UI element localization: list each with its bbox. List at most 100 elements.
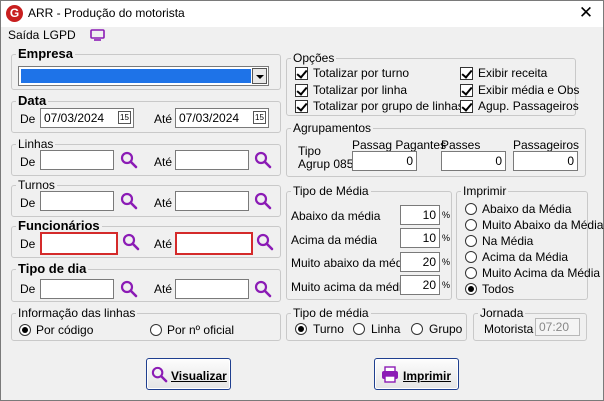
radio-turno[interactable] — [295, 323, 307, 335]
motorista-label: Motorista — [484, 322, 534, 336]
funcionarios-de-input[interactable] — [40, 232, 118, 255]
tipo-dia-de-input[interactable] — [40, 279, 114, 299]
radio-acima-media[interactable] — [465, 251, 477, 263]
search-icon[interactable] — [254, 280, 272, 298]
data-ate-input[interactable]: 07/03/2024 15 — [175, 108, 269, 128]
search-icon — [151, 366, 168, 383]
radio-muito-acima-media[interactable] — [465, 267, 477, 279]
checkbox-agup-passageiros-label[interactable]: Agup. Passageiros — [478, 99, 579, 113]
app-logo-icon: G — [6, 5, 23, 22]
empresa-selected-value — [21, 69, 251, 83]
data-legend: Data — [16, 93, 49, 108]
abaixo-media-unit: % — [442, 210, 451, 220]
search-icon[interactable] — [122, 233, 140, 251]
passageiros-input[interactable]: 0 — [513, 151, 578, 171]
menu-saida[interactable]: Saída — [8, 28, 39, 42]
checkbox-totalizar-turno-label[interactable]: Totalizar por turno — [313, 66, 409, 80]
data-ate-value: 07/03/2024 — [179, 111, 240, 125]
calendar-icon[interactable]: 15 — [118, 111, 131, 124]
abaixo-media-input[interactable]: 10 — [400, 205, 440, 225]
radio-linha[interactable] — [353, 323, 365, 335]
search-icon[interactable] — [254, 151, 272, 169]
jornada-legend: Jornada — [478, 306, 526, 320]
menu-lgpd[interactable]: LGPD — [43, 28, 76, 42]
empresa-select[interactable] — [18, 66, 269, 86]
checkbox-exibir-receita[interactable] — [460, 67, 473, 80]
radio-na-media-label[interactable]: Na Média — [482, 234, 533, 248]
checkbox-exibir-media-obs[interactable] — [460, 84, 473, 97]
radio-por-numero-oficial-label[interactable]: Por nº oficial — [167, 323, 234, 337]
info-linhas-group: Informação das linhas Por código Por nº … — [11, 306, 281, 341]
turnos-de-input[interactable] — [40, 191, 114, 211]
tipo-dia-de-label: De — [20, 282, 36, 296]
tipo-dia-ate-input[interactable] — [175, 279, 249, 299]
radio-turno-label[interactable]: Turno — [313, 322, 344, 336]
tipo-media2-group: Tipo de média Turno Linha Grupo — [286, 306, 467, 341]
linhas-de-label: De — [20, 155, 36, 169]
funcionarios-de-label: De — [20, 237, 36, 251]
close-button[interactable]: ✕ — [571, 2, 601, 24]
visualizar-button[interactable]: Visualizar — [146, 358, 231, 390]
acima-media-input[interactable]: 10 — [400, 228, 440, 248]
radio-todos-label[interactable]: Todos — [482, 282, 514, 296]
funcionarios-legend: Funcionários — [16, 218, 102, 233]
radio-por-codigo[interactable] — [19, 324, 31, 336]
imprimir-button[interactable]: Imprimir — [374, 358, 459, 390]
muito-abaixo-media-input[interactable]: 20 — [400, 252, 440, 272]
tipo-dia-group: Tipo de dia De Até — [11, 261, 281, 302]
radio-linha-label[interactable]: Linha — [371, 322, 400, 336]
tipo-dia-ate-label: Até — [154, 282, 173, 296]
radio-acima-media-label[interactable]: Acima da Média — [482, 250, 568, 264]
radio-na-media[interactable] — [465, 235, 477, 247]
printer-icon — [382, 366, 398, 383]
search-icon[interactable] — [120, 151, 138, 169]
linhas-de-input[interactable] — [40, 150, 114, 170]
checkbox-totalizar-linha[interactable] — [295, 84, 308, 97]
funcionarios-group: Funcionários De Até — [11, 218, 281, 258]
checkbox-totalizar-grupo[interactable] — [295, 100, 308, 113]
radio-muito-acima-media-label[interactable]: Muito Acima da Média — [482, 266, 600, 280]
checkbox-totalizar-linha-label[interactable]: Totalizar por linha — [313, 83, 407, 97]
linhas-ate-input[interactable] — [175, 150, 249, 170]
radio-por-numero-oficial[interactable] — [150, 324, 162, 336]
search-icon[interactable] — [256, 233, 274, 251]
radio-abaixo-media-label[interactable]: Abaixo da Média — [482, 202, 571, 216]
abaixo-media-label: Abaixo da média — [291, 209, 381, 223]
radio-muito-abaixo-media[interactable] — [465, 219, 477, 231]
dropdown-arrow-icon[interactable] — [252, 68, 267, 84]
monitor-icon[interactable] — [90, 29, 105, 41]
tipo-media-group: Tipo de Média Abaixo da média 10 % Acima… — [286, 184, 452, 300]
data-de-label: De — [20, 112, 36, 126]
title-bar: G ARR - Produção do motorista ✕ — [1, 1, 603, 27]
funcionarios-ate-input[interactable] — [175, 232, 253, 255]
visualizar-button-label: Visualizar — [171, 369, 227, 383]
tipo-dia-legend: Tipo de dia — [16, 261, 89, 276]
checkbox-totalizar-grupo-label[interactable]: Totalizar por grupo de linhas — [313, 99, 464, 113]
radio-grupo-label[interactable]: Grupo — [429, 322, 462, 336]
checkbox-agup-passageiros[interactable] — [460, 100, 473, 113]
radio-abaixo-media[interactable] — [465, 203, 477, 215]
radio-todos[interactable] — [465, 283, 477, 295]
motorista-jornada-input[interactable]: 07:20 — [535, 318, 580, 336]
passes-input[interactable]: 0 — [441, 151, 506, 171]
calendar-icon[interactable]: 15 — [253, 111, 266, 124]
muito-acima-media-input[interactable]: 20 — [400, 275, 440, 295]
checkbox-exibir-media-obs-label[interactable]: Exibir média e Obs — [478, 83, 579, 97]
checkbox-totalizar-turno[interactable] — [295, 67, 308, 80]
data-de-input[interactable]: 07/03/2024 15 — [40, 108, 134, 128]
agrup-085-label: Agrup 085 — [298, 157, 354, 171]
radio-por-codigo-label[interactable]: Por código — [36, 323, 93, 337]
turnos-ate-input[interactable] — [175, 191, 249, 211]
search-icon[interactable] — [120, 192, 138, 210]
radio-grupo[interactable] — [411, 323, 423, 335]
radio-muito-abaixo-media-label[interactable]: Muito Abaixo da Média — [482, 218, 603, 232]
linhas-group: Linhas De Até — [11, 137, 281, 176]
info-linhas-legend: Informação das linhas — [16, 306, 138, 320]
checkbox-exibir-receita-label[interactable]: Exibir receita — [478, 66, 547, 80]
search-icon[interactable] — [254, 192, 272, 210]
passag-pagantes-input[interactable]: 0 — [352, 151, 417, 171]
window-title: ARR - Produção do motorista — [28, 6, 185, 20]
muito-acima-media-unit: % — [442, 280, 451, 290]
search-icon[interactable] — [120, 280, 138, 298]
turnos-legend: Turnos — [16, 178, 57, 192]
